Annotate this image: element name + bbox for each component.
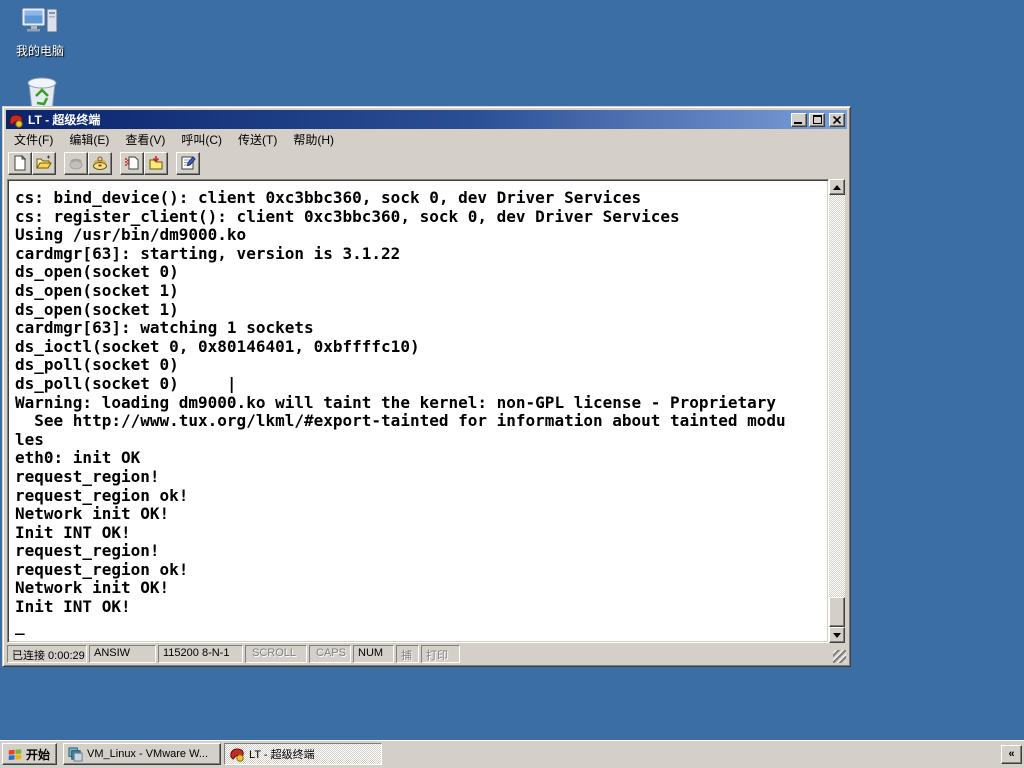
taskbar: 开始 VM_Linux - VMware W... LT - 超级终端 «	[0, 740, 1024, 768]
terminal-line: Init INT OK!	[15, 522, 131, 542]
desktop: { "desktop": { "bg_color": "#3A6EA5", "m…	[0, 0, 1024, 768]
status-baud-settings: 115200 8-N-1	[158, 645, 243, 663]
hyperterminal-window: LT - 超级终端 文件(F) 编辑(E) 查看(V) 呼叫(C) 传送(T) …	[2, 106, 851, 667]
status-print: 打印	[421, 645, 460, 663]
menu-transfer[interactable]: 传送(T)	[230, 130, 285, 149]
new-document-icon	[14, 155, 27, 171]
terminal-line: cardmgr[63]: starting, version is 3.1.22	[15, 243, 401, 263]
cursor-line: _	[15, 615, 25, 635]
resize-grip[interactable]	[833, 650, 846, 663]
receive-folder-icon	[149, 156, 163, 170]
minimize-icon	[793, 122, 802, 124]
send-file-icon	[125, 156, 139, 170]
status-num: NUM	[353, 645, 394, 663]
desktop-icon-my-computer[interactable]: 我的电脑	[8, 6, 72, 59]
status-connected: 已连接 0:00:29	[7, 645, 87, 663]
phone-handset-icon	[93, 156, 107, 170]
terminal-line: Network init OK!	[15, 578, 170, 598]
status-scroll: SCROLL	[245, 645, 307, 663]
terminal-line: cs: register_client(): client 0xc3bbc360…	[15, 206, 680, 226]
terminal-line: Warning: loading dm9000.ko will taint th…	[15, 392, 776, 412]
terminal-client: cs: bind_device(): client 0xc3bbc360, so…	[7, 179, 845, 643]
toolbar	[6, 149, 847, 177]
terminal-line: cardmgr[63]: watching 1 sockets	[15, 318, 314, 338]
send-file-button[interactable]	[120, 151, 144, 175]
vertical-scrollbar[interactable]	[829, 179, 845, 643]
scroll-up-button[interactable]	[829, 179, 845, 195]
hyperterminal-icon	[230, 748, 244, 762]
vmware-icon	[68, 746, 83, 762]
terminal-line: See http://www.tux.org/lkml/#export-tain…	[15, 411, 786, 431]
status-caps: CAPS	[309, 645, 351, 663]
status-emulation: ANSIW	[89, 645, 156, 663]
menu-call[interactable]: 呼叫(C)	[173, 130, 230, 149]
hyperterminal-icon	[9, 113, 23, 128]
collapse-tray-button[interactable]: «	[1001, 744, 1022, 764]
terminal-line: ds_open(socket 1)	[15, 280, 179, 300]
menu-help[interactable]: 帮助(H)	[285, 130, 342, 149]
call-phone-icon	[69, 158, 83, 170]
terminal-line: ds_poll(socket 0)	[15, 355, 179, 375]
status-capture: 捕	[396, 645, 419, 663]
task-label: LT - 超级终端	[249, 749, 315, 761]
terminal-line: Using /usr/bin/dm9000.ko	[15, 225, 247, 245]
terminal-line: ds_open(socket 1)	[15, 299, 179, 319]
minimize-button[interactable]	[791, 112, 807, 127]
receive-file-button[interactable]	[144, 151, 168, 175]
terminal-line: request_region!	[15, 541, 160, 561]
maximize-button[interactable]	[809, 112, 825, 127]
properties-icon	[181, 156, 196, 170]
terminal-screen[interactable]: cs: bind_device(): client 0xc3bbc360, so…	[7, 179, 829, 643]
open-folder-icon	[36, 155, 52, 169]
terminal-line: Init INT OK!	[15, 597, 131, 617]
disconnect-button[interactable]	[88, 151, 112, 175]
maximize-icon	[812, 115, 822, 124]
menu-edit[interactable]: 编辑(E)	[61, 130, 117, 149]
menu-view[interactable]: 查看(V)	[117, 130, 173, 149]
call-button	[64, 151, 88, 175]
arrow-up-icon	[833, 184, 841, 190]
task-label: VM_Linux - VMware W...	[87, 748, 209, 760]
start-button[interactable]: 开始	[2, 743, 58, 765]
arrow-down-icon	[833, 632, 841, 638]
terminal-line: request_region ok!	[15, 485, 189, 505]
terminal-line: cs: bind_device(): client 0xc3bbc360, so…	[15, 188, 642, 207]
terminal-line: ds_open(socket 0)	[15, 262, 179, 282]
my-computer-icon	[21, 7, 58, 33]
terminal-line: Network init OK!	[15, 504, 170, 524]
scrollbar-thumb[interactable]	[829, 597, 845, 627]
terminal-line: request_region ok!	[15, 559, 189, 579]
close-button[interactable]	[829, 112, 845, 127]
terminal-line: les	[15, 429, 44, 449]
properties-button[interactable]	[176, 151, 200, 175]
close-icon	[833, 115, 841, 124]
new-connection-button[interactable]	[8, 151, 32, 175]
menubar: 文件(F) 编辑(E) 查看(V) 呼叫(C) 传送(T) 帮助(H)	[6, 130, 847, 148]
task-vmware[interactable]: VM_Linux - VMware W...	[63, 743, 222, 765]
terminal-line: eth0: init OK	[15, 448, 141, 468]
scrollbar-track[interactable]	[829, 195, 845, 627]
terminal-line: ds_ioctl(socket 0, 0x80146401, 0xbffffc1…	[15, 336, 420, 356]
menu-file[interactable]: 文件(F)	[6, 130, 61, 149]
window-title: LT - 超级终端	[28, 113, 101, 127]
terminal-line: request_region!	[15, 466, 160, 486]
desktop-icon-label: 我的电脑	[15, 44, 64, 58]
terminal-line: ds_poll(socket 0) |	[15, 373, 237, 393]
scroll-down-button[interactable]	[829, 627, 845, 643]
start-label: 开始	[26, 747, 51, 762]
statusbar: 已连接 0:00:29 ANSIW 115200 8-N-1 SCROLL CA…	[7, 645, 846, 663]
task-hyperterminal[interactable]: LT - 超级终端	[224, 743, 383, 765]
titlebar[interactable]: LT - 超级终端	[6, 110, 847, 129]
windows-logo-icon	[8, 749, 22, 761]
open-button[interactable]	[32, 151, 56, 175]
